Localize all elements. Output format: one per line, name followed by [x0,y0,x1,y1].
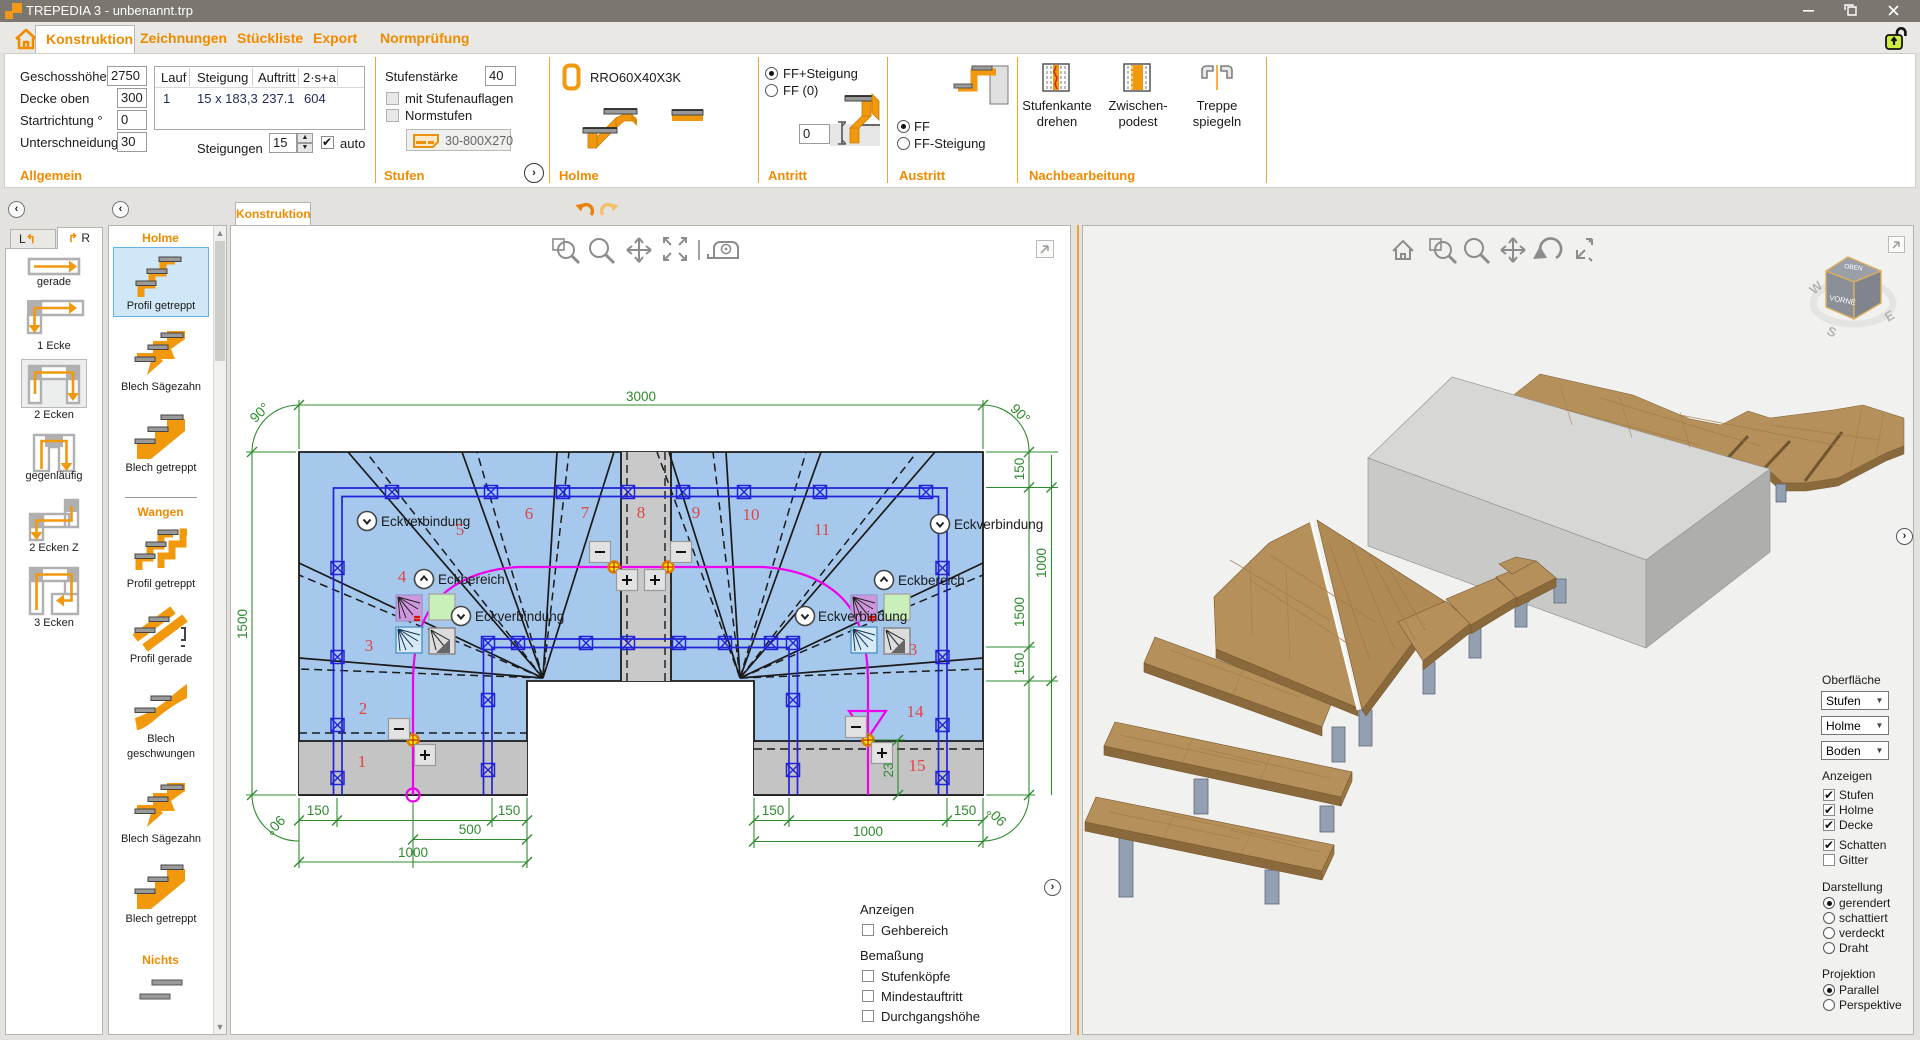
svg-text:W: W [1806,277,1826,297]
svg-text:1500: 1500 [1012,597,1027,627]
svg-text:90°: 90° [983,803,1009,829]
svg-text:S: S [1825,323,1839,340]
svg-text:Eckverbindung: Eckverbindung [818,609,907,624]
svg-text:150: 150 [954,803,977,818]
svg-text:90°: 90° [246,399,272,425]
svg-text:90°: 90° [262,812,288,838]
svg-text:Eckbereich: Eckbereich [898,573,965,588]
svg-text:3: 3 [365,636,374,655]
svg-text:3: 3 [909,640,918,659]
svg-text:23: 23 [881,762,896,777]
svg-text:150: 150 [762,803,785,818]
svg-text:10: 10 [743,505,760,524]
svg-text:150: 150 [1012,458,1027,481]
svg-text:1000: 1000 [398,845,428,860]
svg-text:1000: 1000 [853,824,883,839]
svg-text:150: 150 [498,803,521,818]
svg-text:1: 1 [358,752,367,771]
svg-text:7: 7 [581,503,590,522]
svg-text:5: 5 [456,520,465,539]
svg-text:Eckverbindung: Eckverbindung [954,517,1043,532]
svg-text:3000: 3000 [626,389,656,404]
svg-text:1000: 1000 [1034,548,1049,578]
svg-text:150: 150 [1012,653,1027,676]
svg-text:8: 8 [637,503,646,522]
svg-text:9: 9 [692,503,701,522]
svg-text:Eckverbindung: Eckverbindung [475,609,564,624]
svg-text:14: 14 [907,702,925,721]
svg-text:500: 500 [459,822,482,837]
svg-text:11: 11 [814,520,830,539]
svg-text:6: 6 [525,504,534,523]
svg-text:90°: 90° [1007,400,1033,426]
svg-text:2: 2 [359,699,368,718]
svg-text:1500: 1500 [235,609,250,639]
svg-text:150: 150 [307,803,330,818]
svg-text:15: 15 [909,756,926,775]
svg-text:4: 4 [398,567,407,586]
svg-text:Eckbereich: Eckbereich [438,572,505,587]
